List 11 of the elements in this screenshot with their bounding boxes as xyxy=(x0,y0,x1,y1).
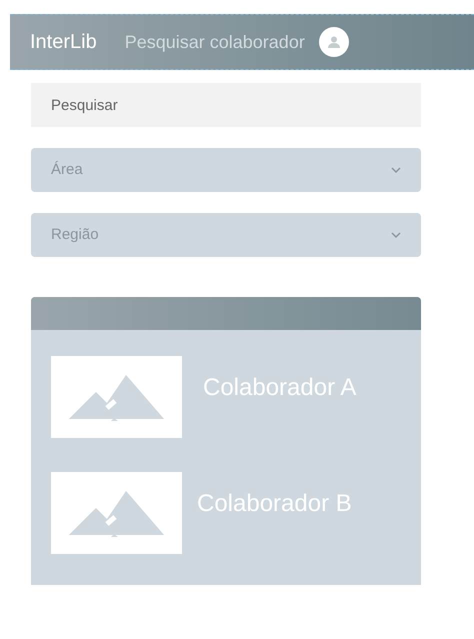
image-placeholder-icon xyxy=(51,356,182,438)
user-icon xyxy=(326,36,341,48)
filter-dropdown[interactable]: Região xyxy=(31,213,421,257)
chevron-down-icon xyxy=(391,167,401,173)
app-title: InterLib xyxy=(30,30,97,55)
filter-dropdown[interactable]: Área xyxy=(31,148,421,192)
image-placeholder-icon xyxy=(51,472,182,554)
chevron-down-icon xyxy=(391,232,401,238)
page-title: Pesquisar colaborador xyxy=(124,30,305,54)
profile-button[interactable] xyxy=(318,27,349,57)
search-field[interactable]: Pesquisar xyxy=(31,83,421,127)
